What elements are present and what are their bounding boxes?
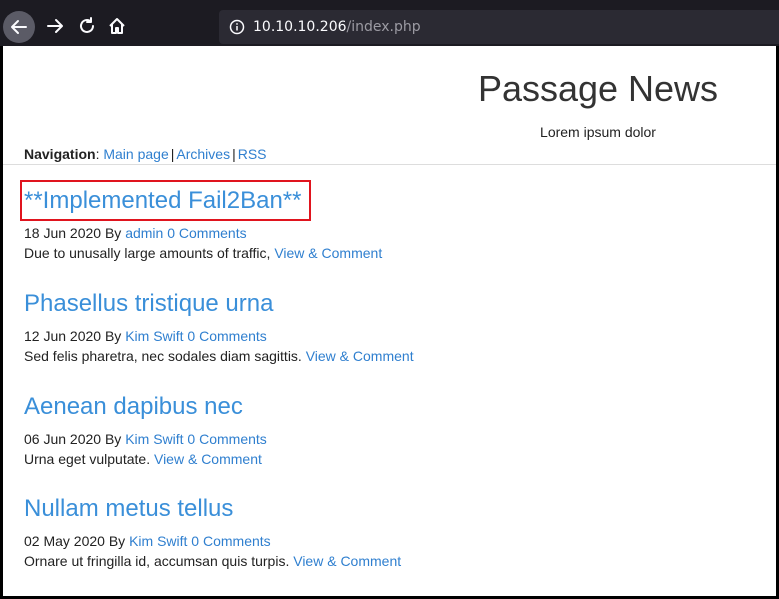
address-bar[interactable]: 10.10.10.206/index.php — [219, 10, 779, 44]
post-item: Nullam metus tellus 02 May 2020 By Kim S… — [24, 495, 401, 569]
site-title: Passage News — [477, 68, 719, 109]
post-view-comment-link[interactable]: View & Comment — [274, 245, 382, 261]
url-text: 10.10.10.206/index.php — [253, 19, 421, 35]
forward-arrow-icon — [47, 19, 63, 33]
post-date: 06 Jun 2020 By — [24, 431, 122, 447]
back-button[interactable] — [3, 11, 35, 43]
post-meta: 02 May 2020 By Kim Swift 0 Comments — [24, 533, 401, 549]
reload-button[interactable] — [72, 11, 102, 41]
post-date: 18 Jun 2020 By — [24, 225, 122, 241]
post-excerpt: Urna eget vulputate. View & Comment — [24, 451, 267, 467]
post-author-link[interactable]: Kim Swift — [125, 431, 183, 447]
post-date: 02 May 2020 By — [24, 533, 126, 549]
post-author-link[interactable]: admin — [125, 225, 163, 241]
home-icon — [109, 18, 125, 34]
post-comments-link[interactable]: 0 Comments — [167, 225, 246, 241]
post-excerpt-text: Sed felis pharetra, nec sodales diam sag… — [24, 348, 302, 364]
url-path: /index.php — [346, 19, 421, 35]
nav-link-archives[interactable]: Archives — [176, 146, 230, 162]
post-view-comment-link[interactable]: View & Comment — [306, 348, 414, 364]
post-item: Aenean dapibus nec 06 Jun 2020 By Kim Sw… — [24, 393, 267, 467]
post-comments-link[interactable]: 0 Comments — [191, 533, 270, 549]
post-view-comment-link[interactable]: View & Comment — [154, 451, 262, 467]
post-author-link[interactable]: Kim Swift — [125, 328, 183, 344]
reload-icon — [80, 17, 94, 33]
post-excerpt: Ornare ut fringilla id, accumsan quis tu… — [24, 553, 401, 569]
url-host: 10.10.10.206 — [253, 19, 347, 35]
forward-button[interactable] — [40, 11, 70, 41]
divider — [3, 164, 776, 165]
post-excerpt-text: Due to unusally large amounts of traffic… — [24, 245, 271, 261]
post-view-comment-link[interactable]: View & Comment — [293, 553, 401, 569]
post-meta: 18 Jun 2020 By admin 0 Comments — [24, 225, 382, 241]
home-button[interactable] — [102, 11, 132, 41]
nav-link-rss[interactable]: RSS — [238, 146, 267, 162]
site-subtitle: Lorem ipsum dolor — [540, 124, 656, 140]
post-date: 12 Jun 2020 By — [24, 328, 122, 344]
frame-border-left — [0, 46, 3, 599]
web-page: Passage News Lorem ipsum dolor Navigatio… — [3, 46, 776, 596]
post-excerpt-text: Urna eget vulputate. — [24, 451, 151, 467]
post-comments-link[interactable]: 0 Comments — [187, 431, 266, 447]
post-item: Phasellus tristique urna 12 Jun 2020 By … — [24, 290, 414, 364]
navigation-label: Navigation — [24, 146, 96, 162]
post-excerpt-text: Ornare ut fringilla id, accumsan quis tu… — [24, 553, 290, 569]
post-comments-link[interactable]: 0 Comments — [187, 328, 266, 344]
post-author-link[interactable]: Kim Swift — [129, 533, 187, 549]
nav-link-main-page[interactable]: Main page — [103, 146, 168, 162]
info-icon[interactable] — [229, 19, 245, 35]
post-title-link[interactable]: Nullam metus tellus — [24, 495, 401, 523]
post-excerpt: Sed felis pharetra, nec sodales diam sag… — [24, 348, 414, 364]
post-title-link[interactable]: Aenean dapibus nec — [24, 393, 267, 421]
highlight-box — [20, 180, 311, 221]
post-excerpt: Due to unusally large amounts of traffic… — [24, 245, 382, 261]
back-arrow-icon — [11, 20, 27, 34]
post-title-link[interactable]: Phasellus tristique urna — [24, 290, 414, 318]
browser-toolbar: 10.10.10.206/index.php — [0, 0, 779, 46]
navigation-bar: Navigation: Main page | Archives | RSS — [24, 146, 267, 162]
post-meta: 12 Jun 2020 By Kim Swift 0 Comments — [24, 328, 414, 344]
post-meta: 06 Jun 2020 By Kim Swift 0 Comments — [24, 431, 267, 447]
